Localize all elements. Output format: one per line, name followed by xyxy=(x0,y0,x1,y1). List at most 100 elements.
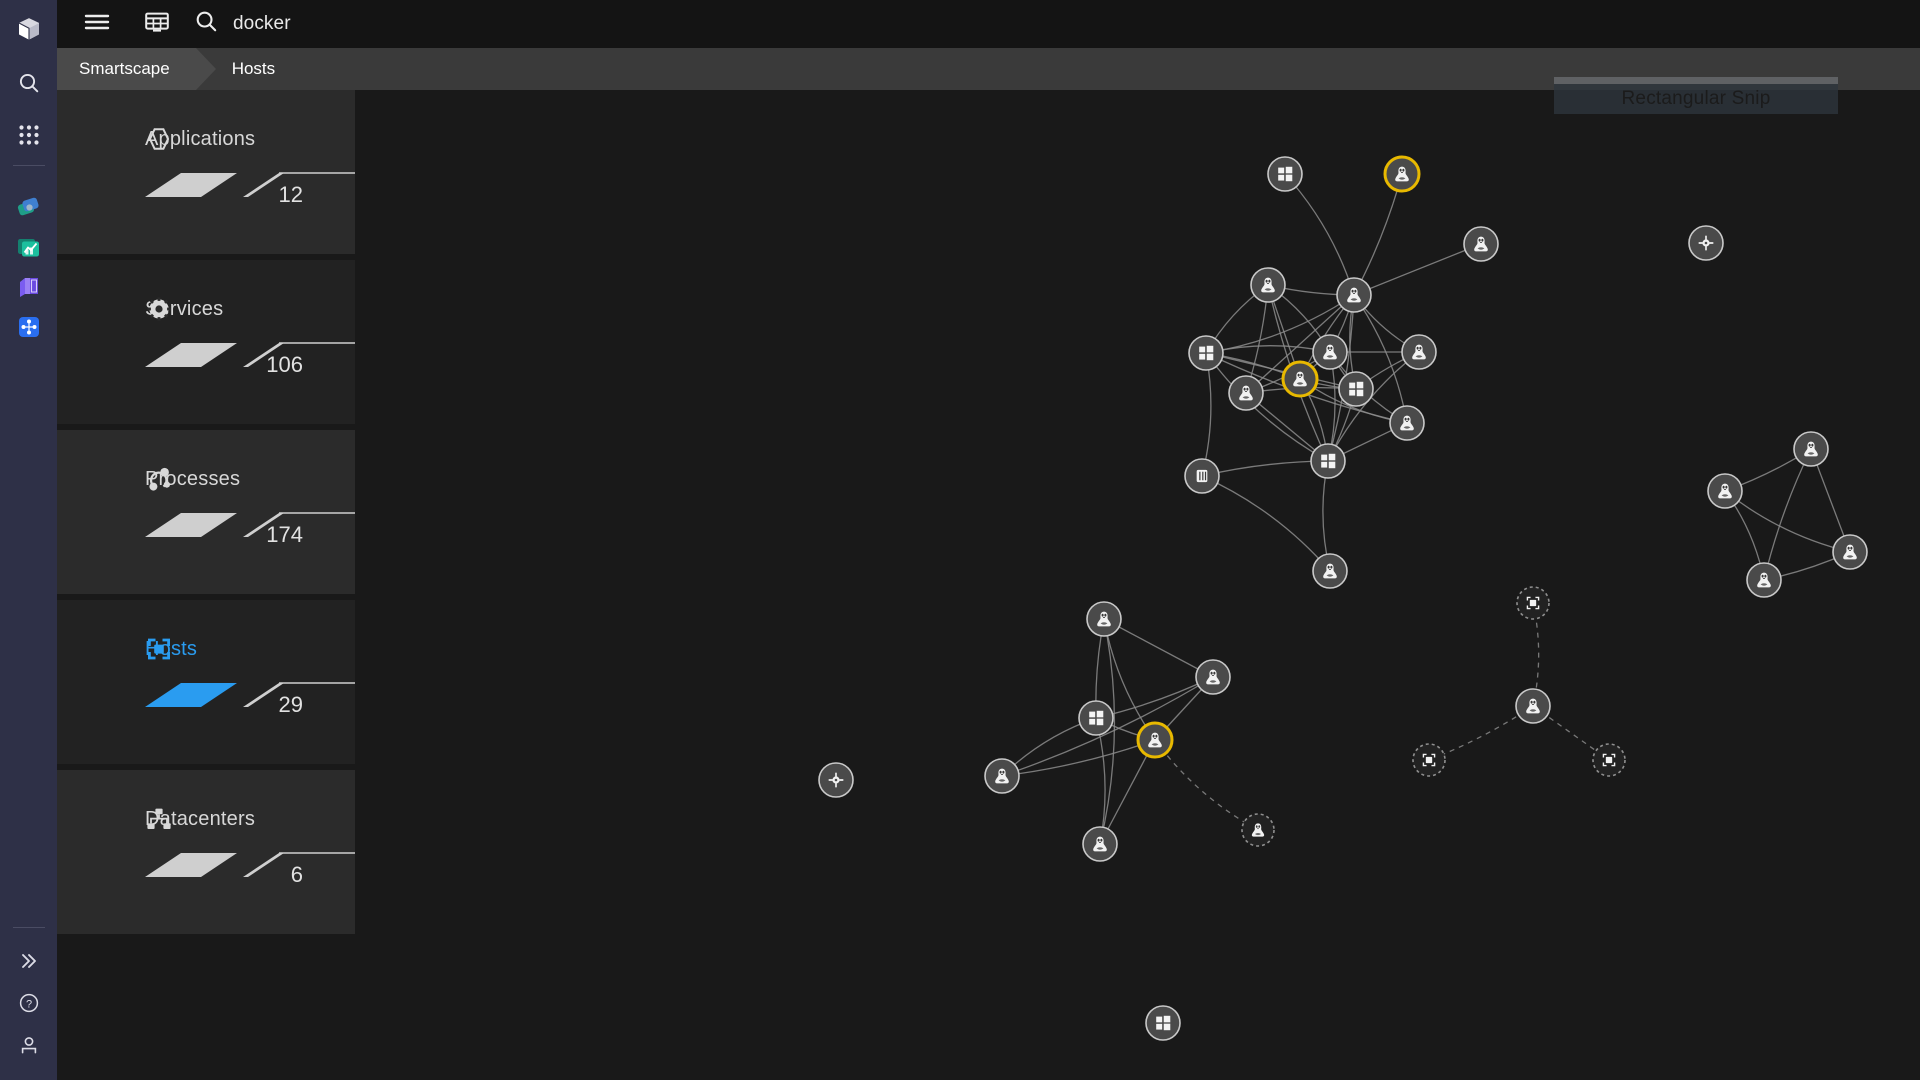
graph-node-host[interactable] xyxy=(1516,586,1550,620)
graph-node-windows[interactable] xyxy=(1188,335,1224,371)
grid-apps-icon xyxy=(18,124,40,146)
graph-node-linux[interactable] xyxy=(1463,226,1499,262)
rail-bottom-group: ? xyxy=(0,927,57,1080)
graph-node-host[interactable] xyxy=(1592,743,1626,777)
rail-apps-button[interactable] xyxy=(0,114,57,156)
logs-app-icon xyxy=(16,274,42,305)
sidebar-panel-bar xyxy=(145,852,355,877)
graph-node-linux[interactable] xyxy=(1241,813,1275,847)
graph-node-linux[interactable] xyxy=(1082,826,1118,862)
datacenter-icon xyxy=(145,806,173,832)
sidebar-panel-count: 174 xyxy=(266,522,303,547)
rail-app-smartscape[interactable] xyxy=(0,309,57,349)
host-icon xyxy=(145,636,173,662)
graph-node-linux[interactable] xyxy=(1383,155,1421,193)
node-circle[interactable] xyxy=(1078,700,1114,736)
storage-glyph-icon xyxy=(1196,469,1208,483)
breadcrumb: Smartscape Hosts xyxy=(57,48,1920,90)
sidebar-panel-head: Datacenters xyxy=(57,806,355,832)
rail-search-button[interactable] xyxy=(0,62,57,104)
graph-node-linux[interactable] xyxy=(1250,267,1286,303)
gear-icon xyxy=(145,296,173,322)
breadcrumb-item-hosts[interactable]: Hosts xyxy=(196,48,295,90)
node-circle[interactable] xyxy=(1188,335,1224,371)
left-rail: ? xyxy=(0,0,57,1080)
sidebar-panel-head: Services xyxy=(57,296,355,322)
sidebar-panel-applications[interactable]: Applications 12 xyxy=(57,90,355,260)
graph-node-linux[interactable] xyxy=(1086,601,1122,637)
global-search[interactable]: docker xyxy=(194,9,291,39)
sidebar-panel-bar xyxy=(145,682,355,707)
graph-node-windows[interactable] xyxy=(1145,1005,1181,1041)
rail-expand-button[interactable] xyxy=(0,940,57,982)
dynatrace-logo-button[interactable] xyxy=(0,8,57,50)
graph-node-service[interactable] xyxy=(818,762,854,798)
rail-divider-bottom xyxy=(12,927,45,928)
rail-app-logs[interactable] xyxy=(0,269,57,309)
graph-edge xyxy=(1763,448,1812,581)
breadcrumb-item-smartscape[interactable]: Smartscape xyxy=(57,48,216,90)
rail-account-button[interactable] xyxy=(0,1024,57,1066)
graph-node-linux[interactable] xyxy=(1746,562,1782,598)
sidebar-panel-count: 12 xyxy=(278,182,303,207)
graph-node-linux[interactable] xyxy=(1389,405,1425,441)
tracing-app-icon xyxy=(16,194,42,225)
sidebar-panel-services[interactable]: Services 106 xyxy=(57,260,355,430)
dynatrace-cube-icon xyxy=(16,16,42,42)
node-circle[interactable] xyxy=(1267,156,1303,192)
graph-node-linux[interactable] xyxy=(1228,375,1264,411)
node-circle[interactable] xyxy=(1338,371,1374,407)
rail-app-data-explorer[interactable] xyxy=(0,229,57,269)
sidebar-panel-count: 6 xyxy=(290,862,303,887)
person-icon xyxy=(18,1034,40,1056)
graph-edge xyxy=(1284,173,1355,296)
node-circle[interactable] xyxy=(1310,443,1346,479)
top-bar: docker xyxy=(57,0,1920,48)
graph-node-windows[interactable] xyxy=(1310,443,1346,479)
graph-node-linux[interactable] xyxy=(984,758,1020,794)
dashboard-grid-icon xyxy=(144,11,170,38)
chart-app-icon xyxy=(16,234,42,265)
graph-node-linux[interactable] xyxy=(1136,721,1174,759)
hexagon-icon xyxy=(145,126,173,152)
search-icon xyxy=(194,9,219,39)
search-icon xyxy=(17,71,41,95)
graph-edge xyxy=(1201,460,1329,477)
graph-node-linux[interactable] xyxy=(1707,473,1743,509)
sidebar-panel-hosts[interactable]: Hosts 29 xyxy=(57,600,355,770)
graph-node-windows[interactable] xyxy=(1338,371,1374,407)
smartscape-graph-canvas[interactable] xyxy=(355,90,1920,1080)
rail-help-button[interactable]: ? xyxy=(0,982,57,1024)
graph-node-linux[interactable] xyxy=(1832,534,1868,570)
graph-edge xyxy=(1353,173,1403,296)
graph-edge xyxy=(1001,739,1156,777)
sidebar-panel-head: Processes xyxy=(57,466,355,492)
graph-node-storage[interactable] xyxy=(1184,458,1220,494)
graph-edge xyxy=(1201,352,1212,477)
topology-graph[interactable] xyxy=(355,90,1920,1080)
graph-edge xyxy=(1154,739,1259,831)
sidebar-panel-datacenters[interactable]: Datacenters 6 xyxy=(57,770,355,940)
node-circle[interactable] xyxy=(1145,1005,1181,1041)
rail-app-distributed-tracing[interactable] xyxy=(0,189,57,229)
graph-nodes[interactable] xyxy=(818,155,1868,1041)
menu-button[interactable] xyxy=(74,0,120,48)
graph-node-linux[interactable] xyxy=(1336,277,1372,313)
graph-node-host[interactable] xyxy=(1412,743,1446,777)
graph-node-linux[interactable] xyxy=(1401,334,1437,370)
sidebar-panel-head: Hosts xyxy=(57,636,355,662)
graph-node-linux[interactable] xyxy=(1312,553,1348,589)
graph-node-service[interactable] xyxy=(1688,225,1724,261)
dashboard-button[interactable] xyxy=(134,0,180,48)
graph-node-linux[interactable] xyxy=(1793,431,1829,467)
graph-edge xyxy=(1205,345,1331,354)
search-input[interactable]: docker xyxy=(233,13,291,35)
graph-node-linux[interactable] xyxy=(1312,334,1348,370)
graph-node-windows[interactable] xyxy=(1078,700,1114,736)
graph-node-linux[interactable] xyxy=(1281,360,1319,398)
graph-node-linux[interactable] xyxy=(1195,659,1231,695)
chevron-double-right-icon xyxy=(18,950,40,972)
sidebar-panel-processes[interactable]: Processes 174 xyxy=(57,430,355,600)
graph-node-windows[interactable] xyxy=(1267,156,1303,192)
graph-node-linux[interactable] xyxy=(1515,688,1551,724)
